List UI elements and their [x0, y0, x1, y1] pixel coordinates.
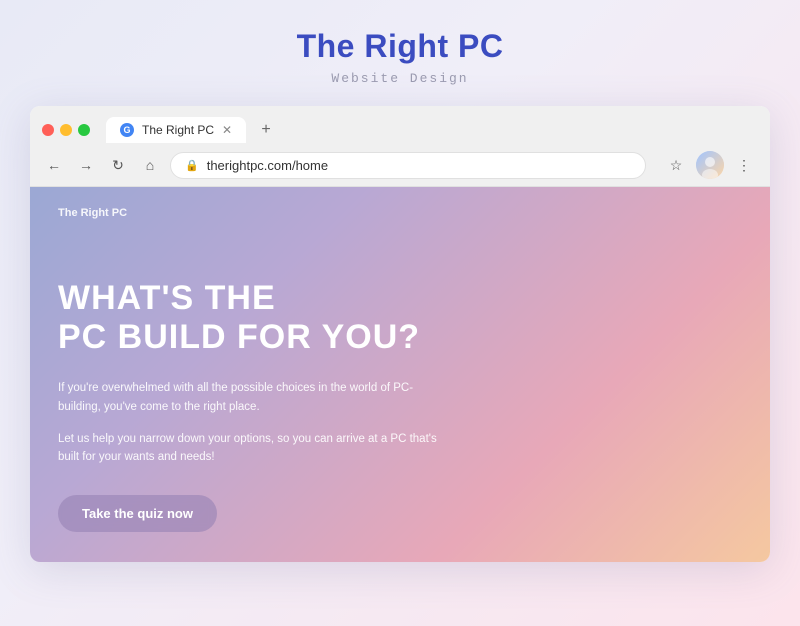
browser-chrome: G The Right PC ✕ + ← → ↻ ⌂ 🔒 therightpc.…	[30, 106, 770, 187]
page-title: The Right PC	[297, 28, 504, 65]
browser-menu-icon[interactable]: ⋮	[730, 151, 758, 179]
tab-label: The Right PC	[142, 123, 214, 137]
lock-icon: 🔒	[185, 159, 199, 172]
site-logo: The Right PC	[58, 207, 742, 219]
page-header: The Right PC Website Design	[297, 0, 504, 98]
traffic-light-yellow[interactable]	[60, 124, 72, 136]
browser-actions: ☆ ⋮	[662, 151, 758, 179]
url-text: therightpc.com/home	[207, 158, 328, 173]
home-button[interactable]: ⌂	[138, 153, 162, 177]
browser-address-bar: ← → ↻ ⌂ 🔒 therightpc.com/home ☆	[30, 144, 770, 186]
hero-description-1: If you're overwhelmed with all the possi…	[58, 379, 448, 416]
bookmark-icon[interactable]: ☆	[662, 151, 690, 179]
traffic-lights	[42, 124, 90, 136]
browser-tab-active[interactable]: G The Right PC ✕	[106, 117, 246, 143]
tab-favicon: G	[120, 123, 134, 137]
new-tab-button[interactable]: +	[252, 116, 280, 144]
browser-tabs-bar: G The Right PC ✕ +	[30, 106, 770, 144]
page-subtitle: Website Design	[297, 71, 504, 86]
reload-button[interactable]: ↻	[106, 153, 130, 177]
tab-close-button[interactable]: ✕	[222, 123, 232, 137]
address-field[interactable]: 🔒 therightpc.com/home	[170, 152, 646, 179]
profile-icon[interactable]	[696, 151, 724, 179]
hero-headline: WHAT'S THE PC BUILD FOR YOU?	[58, 279, 478, 357]
traffic-light-green[interactable]	[78, 124, 90, 136]
forward-button[interactable]: →	[74, 153, 98, 177]
back-button[interactable]: ←	[42, 153, 66, 177]
cta-button[interactable]: Take the quiz now	[58, 495, 217, 532]
browser-window: G The Right PC ✕ + ← → ↻ ⌂ 🔒 therightpc.…	[30, 106, 770, 562]
website-content: The Right PC WHAT'S THE PC BUILD FOR YOU…	[30, 187, 770, 562]
traffic-light-red[interactable]	[42, 124, 54, 136]
hero-description-2: Let us help you narrow down your options…	[58, 430, 448, 467]
